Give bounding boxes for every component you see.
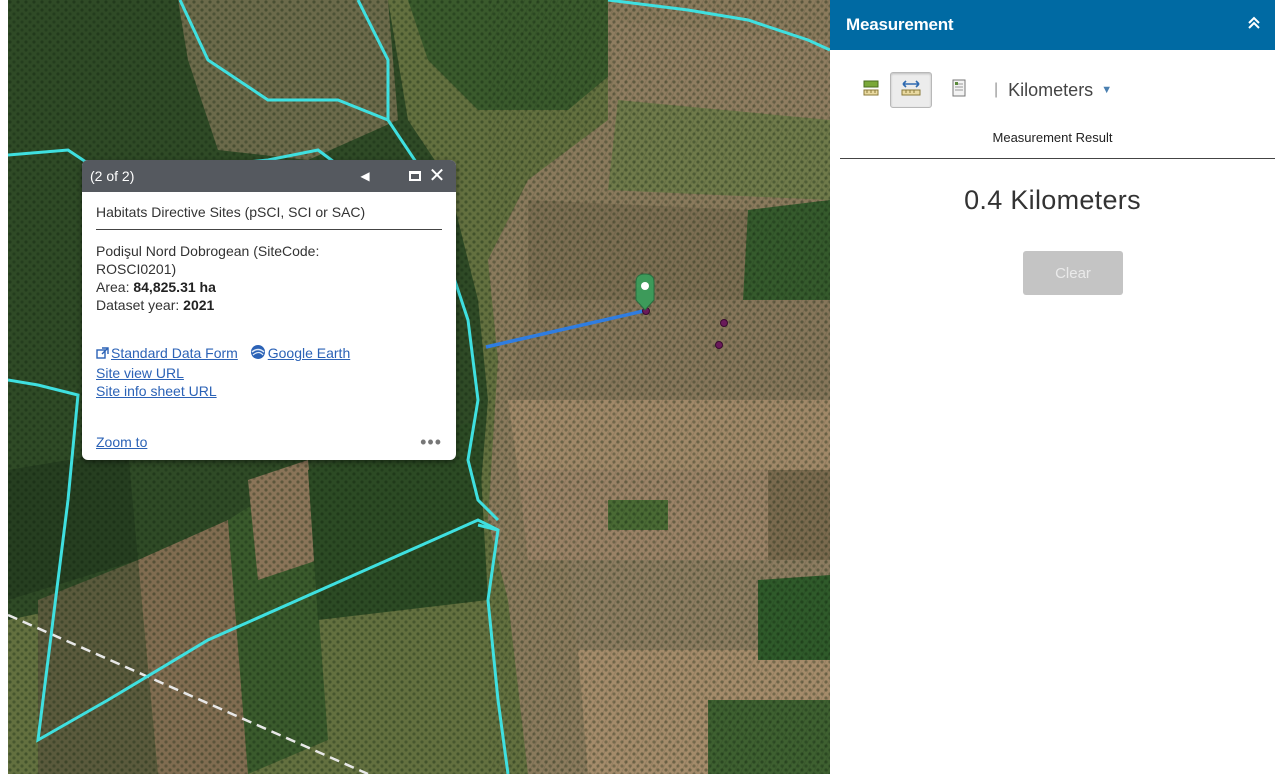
zoom-to-link[interactable]: Zoom to xyxy=(96,434,147,450)
location-tool-button[interactable] xyxy=(938,72,980,108)
area-value: 84,825.31 ha xyxy=(133,279,216,295)
feature-popup: (2 of 2) ◀ ✕ Habitats Directive Sites (p… xyxy=(82,160,456,460)
more-icon[interactable]: ••• xyxy=(420,433,442,451)
area-tool-icon xyxy=(861,78,881,103)
toolbar-separator: | xyxy=(994,81,999,98)
globe-icon xyxy=(250,344,266,364)
vertex-point[interactable] xyxy=(715,341,723,349)
unit-label: Kilometers xyxy=(1008,79,1094,100)
site-name-line1: Podişul Nord Dobrogean (SiteCode: xyxy=(96,243,320,259)
measurement-toolbar: | Kilometers ▼ xyxy=(858,72,1112,108)
external-link-icon xyxy=(96,346,109,364)
popup-links: Standard Data Form Google Earth Site vie… xyxy=(96,344,442,400)
location-tool-icon xyxy=(949,78,969,103)
standard-data-form-link[interactable]: Standard Data Form xyxy=(111,345,238,361)
distance-tool-button[interactable] xyxy=(890,72,932,108)
caret-down-icon: ▼ xyxy=(1101,84,1113,96)
triangle-left-icon[interactable]: ◀ xyxy=(354,165,376,187)
area-label: Area: xyxy=(96,279,134,295)
distance-tool-icon xyxy=(900,78,922,103)
area-tool-button[interactable] xyxy=(858,72,884,108)
close-icon[interactable]: ✕ xyxy=(426,165,448,187)
panel-header: Measurement xyxy=(830,0,1275,50)
popup-body: Habitats Directive Sites (pSCI, SCI or S… xyxy=(82,192,456,400)
divider xyxy=(840,158,1275,159)
clear-button[interactable]: Clear xyxy=(1023,251,1123,295)
site-info-sheet-url-link[interactable]: Site info sheet URL xyxy=(96,383,217,399)
site-view-url-link[interactable]: Site view URL xyxy=(96,365,184,381)
year-value: 2021 xyxy=(183,297,215,313)
google-earth-link[interactable]: Google Earth xyxy=(268,345,351,361)
unit-dropdown[interactable]: Kilometers ▼ xyxy=(1008,80,1112,101)
result-label: Measurement Result xyxy=(992,130,1113,145)
double-chevron-up-icon[interactable] xyxy=(1247,16,1261,34)
popup-header: (2 of 2) ◀ ✕ xyxy=(82,160,456,192)
site-name-line2: ROSCI0201) xyxy=(96,261,177,277)
measurement-result: 0.4 Kilometers xyxy=(964,185,1141,215)
popup-footer: Zoom to ••• xyxy=(96,433,442,451)
vertex-point[interactable] xyxy=(720,319,728,327)
area-row: Area: 84,825.31 ha xyxy=(96,278,442,296)
popup-count: (2 of 2) xyxy=(90,168,135,184)
panel-title: Measurement xyxy=(846,15,954,34)
year-label: Dataset year: xyxy=(96,297,184,313)
measurement-panel: Measurement | Kilometers ▼ Measurement R… xyxy=(830,0,1275,774)
year-row: Dataset year: 2021 xyxy=(96,296,442,314)
maximize-icon[interactable] xyxy=(404,165,426,187)
popup-title: Habitats Directive Sites (pSCI, SCI or S… xyxy=(96,204,442,230)
